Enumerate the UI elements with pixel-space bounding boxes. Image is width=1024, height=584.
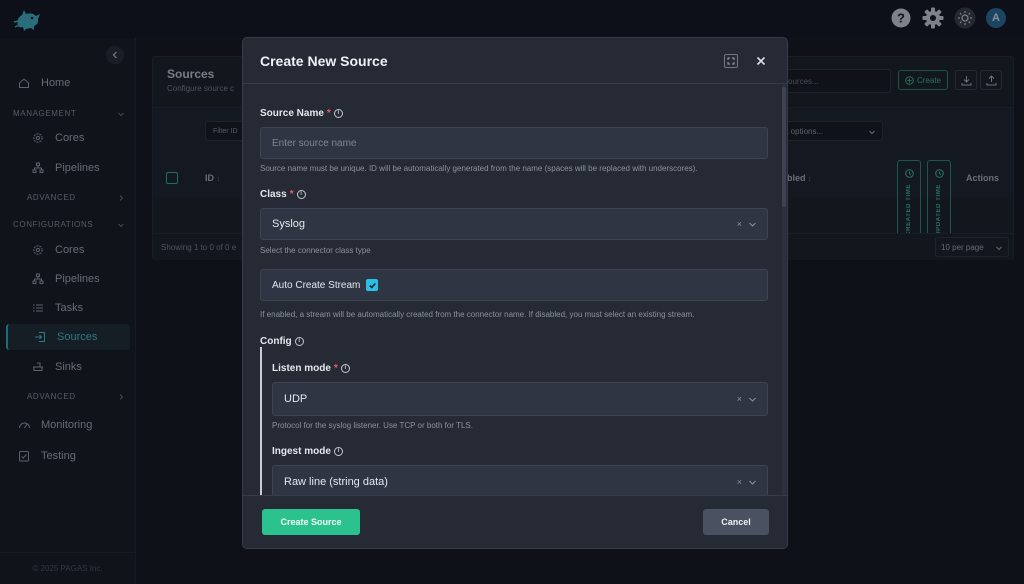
chevron-down-icon[interactable]: [748, 395, 757, 404]
listen-mode-select[interactable]: UDP ×: [272, 382, 768, 416]
ingest-mode-select[interactable]: Raw line (string data) ×: [272, 465, 768, 495]
close-button[interactable]: [753, 53, 768, 68]
source-name-help: Source name must be unique. ID will be a…: [260, 164, 698, 173]
info-icon[interactable]: i: [296, 190, 306, 199]
listen-mode-help: Protocol for the syslog listener. Use TC…: [272, 421, 473, 430]
info-icon[interactable]: i: [333, 109, 343, 118]
class-select[interactable]: Syslog ×: [260, 208, 768, 240]
auto-create-stream-checkbox[interactable]: [366, 279, 379, 291]
config-label: Config i: [260, 336, 304, 347]
chevron-down-icon[interactable]: [748, 478, 757, 487]
info-icon[interactable]: i: [333, 447, 343, 456]
modal-footer: Create Source Cancel: [243, 495, 787, 548]
source-name-label: Source Name * i: [260, 108, 343, 119]
source-name-input[interactable]: Enter source name: [260, 127, 768, 159]
config-section-rail: [260, 347, 262, 495]
auto-create-help: If enabled, a stream will be automatical…: [260, 310, 695, 319]
ingest-mode-label: Ingest mode i: [272, 446, 343, 457]
expand-button[interactable]: [723, 53, 738, 68]
create-source-modal: Create New Source Source Name * i Enter so…: [242, 37, 788, 549]
modal-header: Create New Source: [243, 38, 787, 84]
clear-icon[interactable]: ×: [737, 219, 742, 229]
modal-body: Source Name * i Enter source name Source n…: [243, 85, 787, 495]
clear-icon[interactable]: ×: [737, 477, 742, 487]
chevron-down-icon[interactable]: [748, 220, 757, 229]
listen-mode-label: Listen mode * i: [272, 363, 350, 374]
modal-scrollbar-thumb[interactable]: [782, 87, 786, 207]
modal-title: Create New Source: [260, 53, 388, 69]
clear-icon[interactable]: ×: [737, 394, 742, 404]
expand-icon: [723, 53, 738, 68]
auto-create-stream-toggle[interactable]: Auto Create Stream: [260, 269, 768, 301]
class-label: Class * i: [260, 189, 306, 200]
class-help: Select the connector class type: [260, 246, 371, 255]
cancel-button[interactable]: Cancel: [703, 509, 769, 535]
info-icon[interactable]: i: [340, 364, 350, 373]
create-source-button[interactable]: Create Source: [262, 509, 360, 535]
info-icon[interactable]: i: [294, 337, 304, 346]
close-icon: [756, 56, 765, 65]
check-icon: [369, 282, 376, 289]
